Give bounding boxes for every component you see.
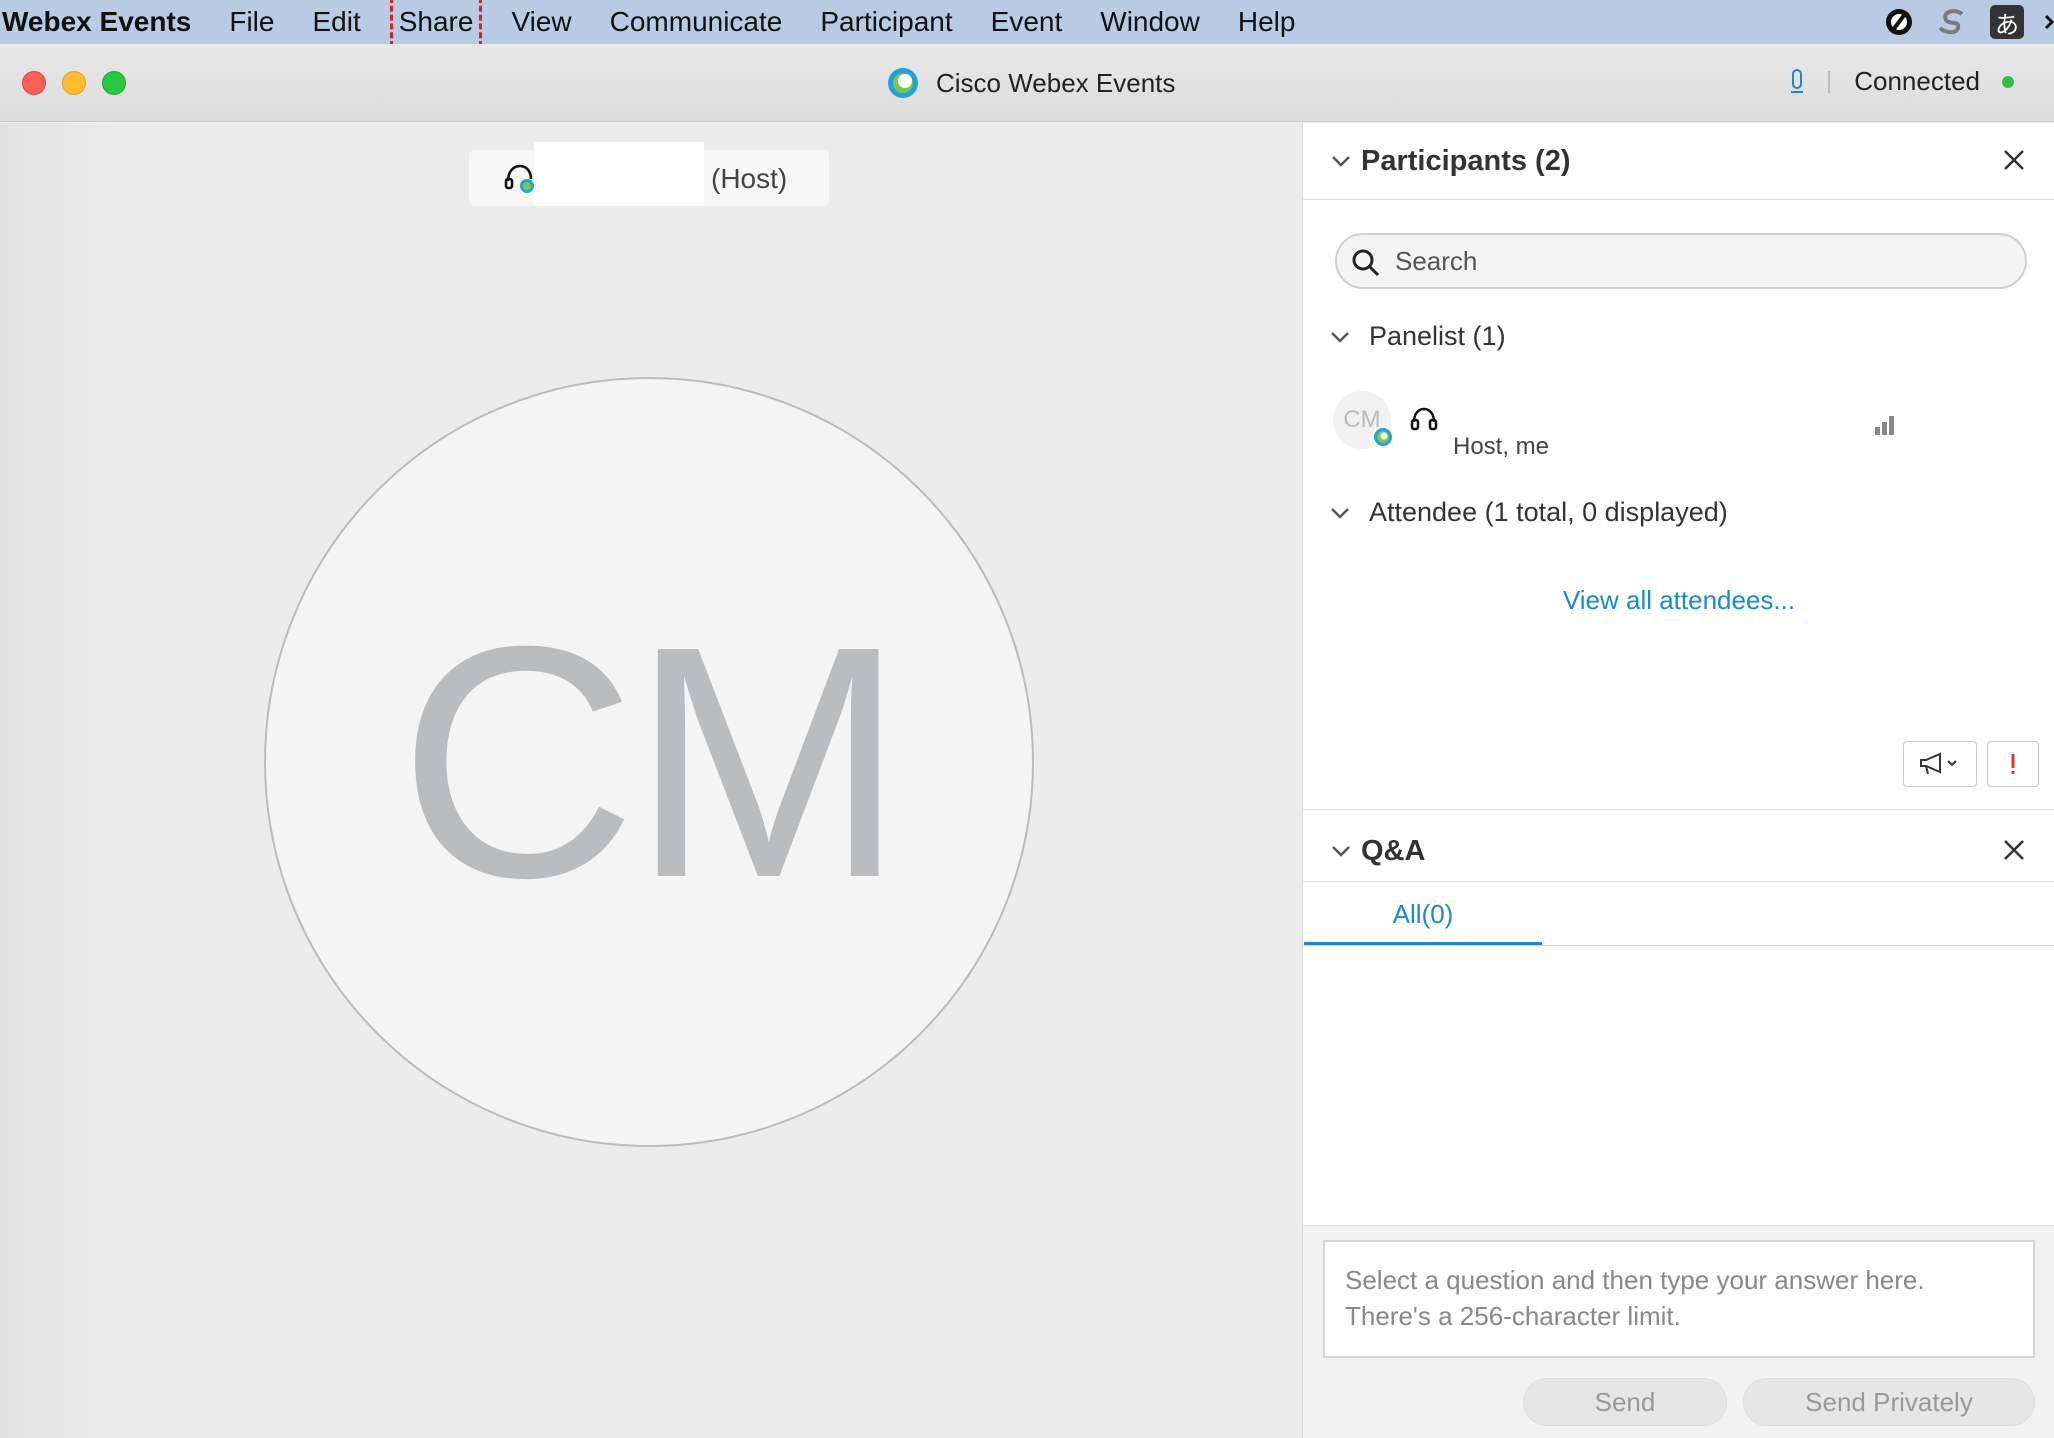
panelist-group-header[interactable]: Panelist (1) <box>1329 321 1506 352</box>
presenter-label: (Host) <box>469 142 829 206</box>
menu-help[interactable]: Help <box>1238 6 1296 38</box>
tab-underline <box>1303 945 2054 946</box>
headset-icon <box>1410 407 1438 431</box>
window-titlebar: Cisco Webex Events Connected <box>0 44 2054 122</box>
participants-close-icon[interactable] <box>2001 147 2027 173</box>
app-menu[interactable]: Webex Events <box>2 6 191 38</box>
qa-top-divider <box>1303 809 2054 810</box>
attendee-group-header[interactable]: Attendee (1 total, 0 displayed) <box>1329 497 1728 528</box>
presenter-role: (Host) <box>711 163 788 194</box>
participant-row[interactable]: CM Host, me <box>1333 391 2033 461</box>
participants-header-divider <box>1303 199 2054 200</box>
window-title: Cisco Webex Events <box>886 66 1175 100</box>
qa-header-divider <box>1303 881 2054 882</box>
menu-event[interactable]: Event <box>991 6 1063 38</box>
connection-status: Connected <box>1790 66 2014 97</box>
exclamation-icon <box>2011 754 2015 774</box>
signal-strength-icon <box>1875 416 1894 435</box>
qa-title: Q&A <box>1361 834 1426 867</box>
proxy-icon[interactable] <box>1882 5 1916 39</box>
panelist-chevron-icon <box>1331 331 1349 343</box>
attendee-group-label: Attendee (1 total, 0 displayed) <box>1369 497 1728 527</box>
menu-window[interactable]: Window <box>1100 6 1200 38</box>
attendee-chevron-icon <box>1331 507 1349 519</box>
presenter-avatar-initials: CM <box>398 577 905 946</box>
qa-question-list <box>1303 947 2054 1217</box>
video-stage: (Host) CM <box>0 123 1302 1438</box>
s-icon[interactable] <box>1936 5 1970 39</box>
menu-communicate[interactable]: Communicate <box>610 6 783 38</box>
zoom-window-button[interactable] <box>102 71 126 95</box>
participants-collapse-chevron-icon[interactable] <box>1329 149 1353 173</box>
panelist-group-label: Panelist (1) <box>1369 321 1506 351</box>
qa-collapse-chevron-icon[interactable] <box>1329 839 1353 863</box>
announce-button[interactable] <box>1903 741 1977 787</box>
answer-input[interactable] <box>1323 1240 2035 1358</box>
status-tray: あ <box>1882 0 2054 44</box>
send-button[interactable]: Send <box>1523 1378 1727 1426</box>
participant-role: Host, me <box>1453 433 1550 460</box>
webex-logo-icon <box>888 68 918 98</box>
search-icon <box>1352 249 1380 277</box>
menu-edit[interactable]: Edit <box>312 6 360 38</box>
status-separator <box>1828 70 1831 93</box>
answer-composer: Send Send Privately <box>1303 1225 2054 1438</box>
menu-file[interactable]: File <box>229 6 274 38</box>
send-privately-button[interactable]: Send Privately <box>1743 1378 2035 1426</box>
qa-close-icon[interactable] <box>2001 837 2027 863</box>
more-icon[interactable] <box>2044 5 2054 39</box>
presenter-avatar: CM <box>264 377 1034 1147</box>
headset-webex-icon <box>504 164 534 193</box>
menu-bar: Webex Events File Edit Share View Commun… <box>0 0 2054 47</box>
input-method-glyph: あ <box>1995 10 2019 39</box>
microphone-icon[interactable] <box>1790 68 1804 96</box>
search-input[interactable] <box>1395 243 1995 279</box>
window-title-text: Cisco Webex Events <box>936 67 1176 98</box>
input-method-icon[interactable]: あ <box>1990 5 2024 39</box>
connection-status-text: Connected <box>1854 66 1980 96</box>
connection-status-dot <box>2002 75 2014 88</box>
participant-search <box>1335 233 2027 289</box>
redacted-name <box>534 142 704 206</box>
tab-all-questions[interactable]: All(0) <box>1304 885 1542 945</box>
participants-header: Participants (2) <box>1303 123 2054 199</box>
view-all-attendees-link[interactable]: View all attendees... <box>1303 585 2054 616</box>
right-panel: Participants (2) Panelist (1) CM <box>1302 123 2054 1438</box>
close-window-button[interactable] <box>22 71 46 95</box>
minimize-window-button[interactable] <box>62 71 86 95</box>
qa-header: Q&A <box>1303 813 2054 889</box>
webex-badge-icon <box>1372 426 1394 448</box>
megaphone-icon <box>1920 752 1957 775</box>
menu-share[interactable]: Share <box>389 0 483 47</box>
participants-title: Participants (2) <box>1361 144 1571 177</box>
menu-view[interactable]: View <box>511 6 571 38</box>
alert-button[interactable] <box>1987 741 2039 787</box>
menu-participant[interactable]: Participant <box>820 6 952 38</box>
